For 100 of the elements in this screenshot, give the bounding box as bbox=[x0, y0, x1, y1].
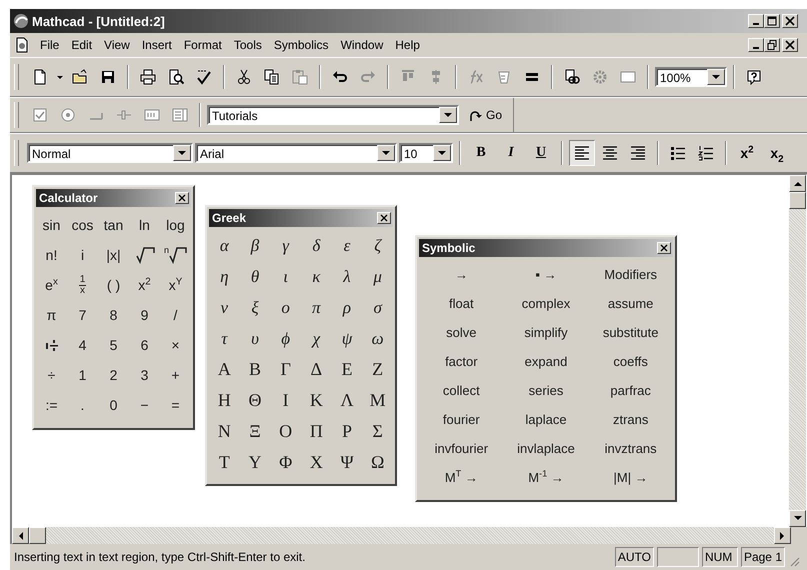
calculator-key[interactable]: × bbox=[160, 330, 191, 360]
menu-item[interactable]: Edit bbox=[65, 36, 98, 54]
symbolic-key[interactable]: invlaplace bbox=[504, 434, 588, 463]
greek-letter-key[interactable]: Π bbox=[300, 416, 332, 447]
symbolic-key[interactable]: invztrans bbox=[588, 434, 673, 463]
greek-letter-key[interactable]: Ρ bbox=[332, 416, 362, 447]
close-button[interactable] bbox=[657, 242, 671, 254]
calculator-key[interactable]: cos bbox=[67, 210, 98, 240]
symbolic-key[interactable]: laplace bbox=[504, 405, 588, 434]
greek-letter-key[interactable]: Ζ bbox=[362, 354, 393, 385]
zoom-dropdown[interactable]: 100% bbox=[655, 67, 727, 87]
go-button[interactable]: Go bbox=[461, 102, 510, 128]
nth-root-key[interactable]: n bbox=[160, 240, 191, 270]
greek-letter-key[interactable]: Α bbox=[209, 354, 240, 385]
font-size-dropdown[interactable]: 10 bbox=[399, 143, 453, 163]
maximize-button[interactable] bbox=[764, 14, 780, 28]
greek-letter-key[interactable]: Σ bbox=[362, 416, 393, 447]
greek-letter-key[interactable]: Κ bbox=[300, 385, 332, 416]
calculator-key[interactable]: ( ) bbox=[98, 270, 129, 300]
greek-letter-key[interactable]: Ω bbox=[362, 447, 393, 478]
calculator-key[interactable]: 1 bbox=[67, 360, 98, 390]
symbolic-key[interactable]: ▪ → bbox=[504, 260, 588, 289]
greek-letter-key[interactable]: Ν bbox=[209, 416, 240, 447]
subscript-button[interactable]: x$_{2}$ bbox=[763, 140, 791, 166]
calculator-key[interactable]: log bbox=[160, 210, 191, 240]
symbolic-key[interactable]: ztrans bbox=[588, 405, 673, 434]
symbolic-key[interactable]: Modifiers bbox=[588, 260, 673, 289]
calculator-key[interactable]: . bbox=[67, 390, 98, 420]
menu-item[interactable]: Tools bbox=[228, 36, 268, 54]
calculator-key[interactable]: 3 bbox=[129, 360, 160, 390]
close-button[interactable] bbox=[377, 212, 391, 224]
greek-letter-key[interactable]: σ bbox=[362, 292, 393, 323]
greek-letter-key[interactable]: Η bbox=[209, 385, 240, 416]
calculator-key[interactable]: 2 bbox=[98, 360, 129, 390]
menu-item[interactable]: Help bbox=[389, 36, 426, 54]
close-document-button[interactable] bbox=[782, 38, 798, 52]
horizontal-scrollbar[interactable] bbox=[10, 527, 807, 544]
style-dropdown[interactable]: Normal bbox=[27, 143, 193, 163]
calculator-key[interactable]: e$^{x}$ bbox=[36, 270, 67, 300]
greek-letter-key[interactable]: π bbox=[300, 292, 332, 323]
greek-letter-key[interactable]: Τ bbox=[209, 447, 240, 478]
greek-letter-key[interactable]: ι bbox=[270, 261, 301, 292]
font-dropdown[interactable]: Arial bbox=[195, 143, 397, 163]
greek-letter-key[interactable]: α bbox=[209, 230, 240, 261]
calculator-key[interactable]: − bbox=[129, 390, 160, 420]
greek-letter-key[interactable]: ο bbox=[270, 292, 301, 323]
reciprocal-key[interactable]: 1 x bbox=[67, 270, 98, 300]
calculator-key[interactable]: = bbox=[160, 390, 191, 420]
greek-letter-key[interactable]: γ bbox=[270, 230, 301, 261]
greek-letter-key[interactable]: τ bbox=[209, 323, 240, 354]
calculator-key[interactable]: n! bbox=[36, 240, 67, 270]
greek-letter-key[interactable]: ζ bbox=[362, 230, 393, 261]
symbolic-key[interactable]: M$^{-1}$ → bbox=[504, 463, 588, 492]
greek-letter-key[interactable]: Ψ bbox=[332, 447, 362, 478]
greek-letter-key[interactable]: η bbox=[209, 261, 240, 292]
symbolic-key[interactable]: coeffs bbox=[588, 347, 673, 376]
menu-item[interactable]: Window bbox=[334, 36, 390, 54]
italic-button[interactable]: I bbox=[497, 140, 525, 166]
calculator-key[interactable]: + bbox=[160, 360, 191, 390]
minimize-document-button[interactable] bbox=[748, 38, 764, 52]
superscript-button[interactable]: x$^{2}$ bbox=[733, 140, 761, 166]
greek-letter-key[interactable]: Φ bbox=[270, 447, 301, 478]
calculator-key[interactable]: x$^{Y}$ bbox=[160, 270, 191, 300]
symbolic-key[interactable]: |M| → bbox=[588, 463, 673, 492]
calculator-key[interactable]: 8 bbox=[98, 300, 129, 330]
menu-item[interactable]: File bbox=[34, 36, 66, 54]
greek-letter-key[interactable]: λ bbox=[332, 261, 362, 292]
scrollbar-thumb[interactable] bbox=[29, 527, 46, 544]
calculator-key[interactable]: 5 bbox=[98, 330, 129, 360]
greek-letter-key[interactable]: ε bbox=[332, 230, 362, 261]
calculator-key[interactable]: sin bbox=[36, 210, 67, 240]
symbolic-key[interactable]: solve bbox=[419, 318, 504, 347]
calculator-key[interactable]: 0 bbox=[98, 390, 129, 420]
greek-letter-key[interactable]: μ bbox=[362, 261, 393, 292]
calculator-key[interactable]: 9 bbox=[129, 300, 160, 330]
calculator-key[interactable]: 4 bbox=[67, 330, 98, 360]
greek-letter-key[interactable]: Λ bbox=[332, 385, 362, 416]
symbolic-key[interactable]: → bbox=[419, 260, 504, 289]
greek-letter-key[interactable]: Θ bbox=[240, 385, 270, 416]
greek-letter-key[interactable]: Δ bbox=[300, 354, 332, 385]
greek-letter-key[interactable]: κ bbox=[300, 261, 332, 292]
greek-letter-key[interactable]: Ξ bbox=[240, 416, 270, 447]
greek-letter-key[interactable]: Β bbox=[240, 354, 270, 385]
calculator-key[interactable]: tan bbox=[98, 210, 129, 240]
symbolic-key[interactable]: invfourier bbox=[419, 434, 504, 463]
calculator-key[interactable]: π bbox=[36, 300, 67, 330]
greek-letter-key[interactable]: υ bbox=[240, 323, 270, 354]
greek-letter-key[interactable]: β bbox=[240, 230, 270, 261]
scrollbar-thumb[interactable] bbox=[789, 192, 806, 209]
calculator-key[interactable]: / bbox=[160, 300, 191, 330]
calculator-key[interactable]: := bbox=[36, 390, 67, 420]
resource-dropdown[interactable]: Tutorials bbox=[207, 105, 459, 125]
greek-letter-key[interactable]: Ο bbox=[270, 416, 301, 447]
document-icon[interactable] bbox=[14, 37, 30, 53]
menu-item[interactable]: Insert bbox=[136, 36, 178, 54]
symbolic-key[interactable]: collect bbox=[419, 376, 504, 405]
symbolic-key[interactable]: assume bbox=[588, 289, 673, 318]
greek-letter-key[interactable]: ψ bbox=[332, 323, 362, 354]
close-button[interactable] bbox=[175, 192, 189, 204]
greek-letter-key[interactable]: Ε bbox=[332, 354, 362, 385]
